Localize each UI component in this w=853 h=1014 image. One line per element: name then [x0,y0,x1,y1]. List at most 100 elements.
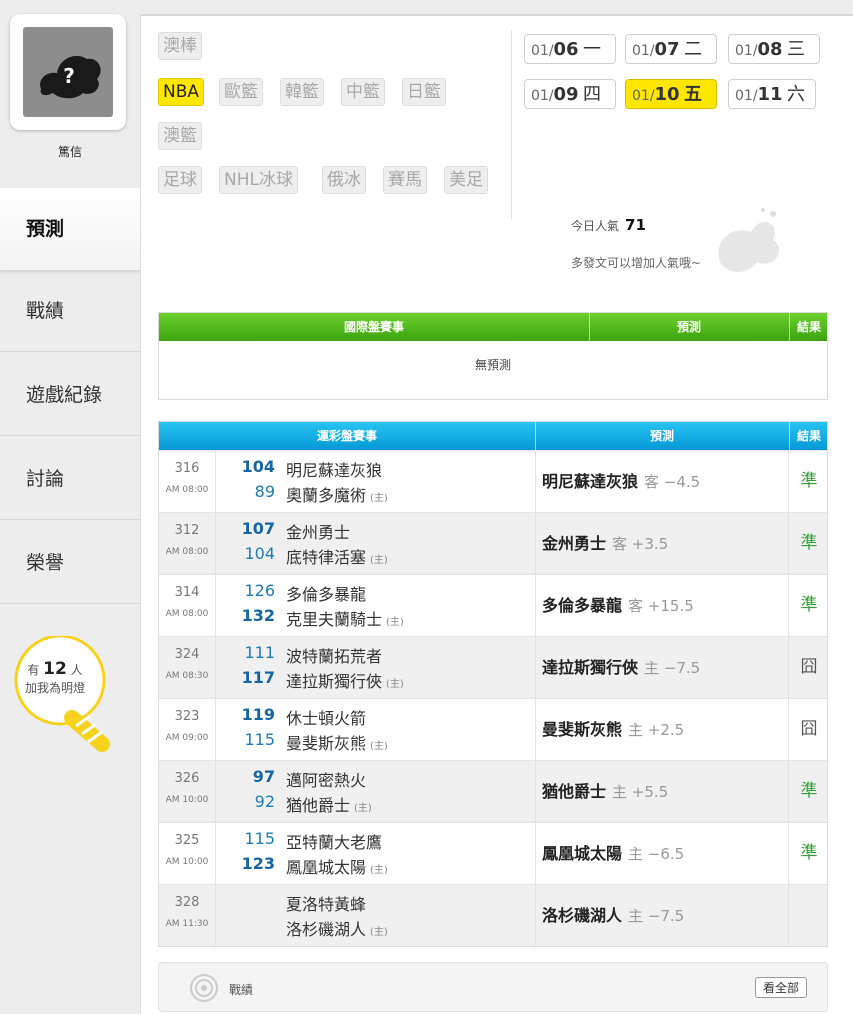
result-cell: 囧 [800,719,818,739]
table-row[interactable]: 328 AM 11:30 夏洛特黃蜂 洛杉磯湖人 (主) 洛杉磯湖人主 −7.5 [159,884,827,946]
game-info-cell: 326 AM 10:00 [159,761,216,822]
home-team[interactable]: 達拉斯獨行俠 (主) [286,668,404,692]
popularity-label: 今日人氣 [571,219,620,233]
date-0109[interactable]: 01/09 四 [524,79,616,109]
lottery-table-header: 運彩盤賽事 預測 結果 [159,422,827,450]
tag-nhl[interactable]: NHL冰球 [219,166,298,194]
tag-russia-hockey[interactable]: 俄冰 [322,166,366,194]
date-weekday: 五 [684,84,703,105]
game-info-cell: 323 AM 09:00 [159,699,216,760]
tag-china-basketball[interactable]: 中籃 [341,78,385,106]
date-0110[interactable]: 01/10 五 [625,79,717,109]
col-header-prediction: 預測 [649,429,674,443]
home-team-name: 底特律活塞 [286,548,367,567]
tag-japan-basketball[interactable]: 日籃 [402,78,446,106]
date-0108[interactable]: 01/08 三 [728,34,820,64]
away-team[interactable]: 多倫多暴龍 [286,581,366,605]
game-time: AM 08:00 [165,485,209,495]
game-info-cell: 324 AM 08:30 [159,637,216,698]
no-prediction-text: 無預測 [474,358,511,372]
away-team-name: 休士頓火箭 [286,709,367,728]
nav-game-log[interactable]: 遊戲紀錄 [0,354,140,436]
table-row[interactable]: 312 AM 08:00 107 104 金州勇士 底特律活塞 (主) 金州勇士客 +3.5 準 [159,512,827,574]
away-team[interactable]: 金州勇士 [286,519,350,543]
table-row[interactable]: 324 AM 08:30 111 117 波特蘭拓荒者 達拉斯獨行俠 (主) 達拉斯獨行俠主 … [159,636,827,698]
tag-aus-baseball[interactable]: 澳棒 [158,32,202,60]
game-info-cell: 316 AM 08:00 [159,451,216,512]
prediction-cell: 金州勇士客 +3.5 [535,513,789,574]
tag-american-football[interactable]: 美足 [444,166,488,194]
date-day: 08 [757,39,783,60]
home-team[interactable]: 底特律活塞 (主) [286,544,388,568]
away-score: 126 [244,581,275,600]
popularity-hint: 多發文可以增加人氣哦~ [571,256,702,270]
result-cell: 準 [800,843,818,863]
divider [511,30,512,220]
see-all-button[interactable]: 看全部 [754,977,807,998]
table-row[interactable]: 323 AM 09:00 119 115 休士頓火箭 曼斐斯灰熊 (主) 曼斐斯灰熊主 +2.… [159,698,827,760]
home-team[interactable]: 克里夫蘭騎士 (主) [286,606,404,630]
away-score: 104 [241,457,275,476]
tag-nba[interactable]: NBA [158,78,205,106]
prediction-cell: 多倫多暴龍客 +15.5 [535,575,789,636]
game-number: 324 [174,647,200,662]
home-team[interactable]: 鳳凰城太陽 (主) [286,854,388,878]
avatar[interactable]: ? [23,27,113,117]
away-score: 119 [241,705,275,724]
home-team-name: 鳳凰城太陽 [286,858,367,877]
away-team[interactable]: 明尼蘇達灰狼 [286,457,382,481]
game-time: AM 11:30 [165,919,209,929]
nav-prediction[interactable]: 預測 [0,188,150,270]
game-info-cell: 328 AM 11:30 [159,885,216,946]
prediction-cell: 鳳凰城太陽主 −6.5 [535,823,789,884]
game-number: 314 [174,585,200,600]
username[interactable]: 篤信 [0,143,140,160]
home-tag: (主) [370,493,388,504]
away-team-name: 亞特蘭大老鷹 [286,833,383,852]
date-0111[interactable]: 01/11 六 [728,79,816,109]
away-team[interactable]: 休士頓火箭 [286,705,366,729]
tag-horse-racing[interactable]: 賽馬 [383,166,427,194]
table-row[interactable]: 316 AM 08:00 104 89 明尼蘇達灰狼 奧蘭多魔術 (主) 明尼蘇達灰狼客 −4… [159,450,827,512]
tag-euro-basketball[interactable]: 歐籃 [219,78,263,106]
table-row[interactable]: 314 AM 08:00 126 132 多倫多暴龍 克里夫蘭騎士 (主) 多倫多暴龍客 +1… [159,574,827,636]
home-team-name: 達拉斯獨行俠 [286,672,383,691]
home-team[interactable]: 奧蘭多魔術 (主) [286,482,388,506]
date-0106[interactable]: 01/06 一 [524,34,616,64]
tag-soccer[interactable]: 足球 [158,166,202,194]
date-md: 01/ [531,88,554,104]
nav-honor[interactable]: 榮譽 [0,522,140,604]
nav-discussion[interactable]: 討論 [0,438,140,520]
date-md: 01/ [531,43,554,59]
fans-text[interactable]: 有 12 人 加我為明燈 [0,660,110,697]
lottery-rows: 316 AM 08:00 104 89 明尼蘇達灰狼 奧蘭多魔術 (主) 明尼蘇達灰狼客 −4… [159,450,827,946]
away-team[interactable]: 波特蘭拓荒者 [286,643,382,667]
date-0107[interactable]: 01/07 二 [625,34,717,64]
fans-count: 12 [43,659,67,679]
home-team[interactable]: 猶他爵士 (主) [286,792,372,816]
game-number: 326 [174,771,200,786]
away-team[interactable]: 邁阿密熱火 [286,767,366,791]
predicted-team: 達拉斯獨行俠 [542,658,639,677]
table-row[interactable]: 325 AM 10:00 115 123 亞特蘭大老鷹 鳳凰城太陽 (主) 鳳凰城太陽主 −6… [159,822,827,884]
col-header-result: 結果 [796,320,821,334]
prediction-cell: 猶他爵士主 +5.5 [535,761,789,822]
avatar-card[interactable]: ? [10,14,126,130]
game-number: 312 [174,523,200,538]
game-info-cell: 314 AM 08:00 [159,575,216,636]
home-team[interactable]: 曼斐斯灰熊 (主) [286,730,388,754]
game-info-cell: 325 AM 10:00 [159,823,216,884]
game-time: AM 08:30 [165,671,209,681]
home-team[interactable]: 洛杉磯湖人 (主) [286,916,388,940]
col-header-match: 運彩盤賽事 [316,429,377,443]
table-row[interactable]: 326 AM 10:00 97 92 邁阿密熱火 猶他爵士 (主) 猶他爵士主 +5.5 準 [159,760,827,822]
popularity: 今日人氣 71 [571,216,646,234]
nav-record[interactable]: 戰績 [0,270,140,352]
home-tag: (主) [370,927,388,938]
tag-korea-basketball[interactable]: 韓籃 [280,78,324,106]
away-team[interactable]: 亞特蘭大老鷹 [286,829,382,853]
home-tag: (主) [370,741,388,752]
away-team[interactable]: 夏洛特黃蜂 [286,891,366,915]
col-header-prediction: 預測 [676,320,701,334]
tag-aus-basketball[interactable]: 澳籃 [158,122,202,150]
